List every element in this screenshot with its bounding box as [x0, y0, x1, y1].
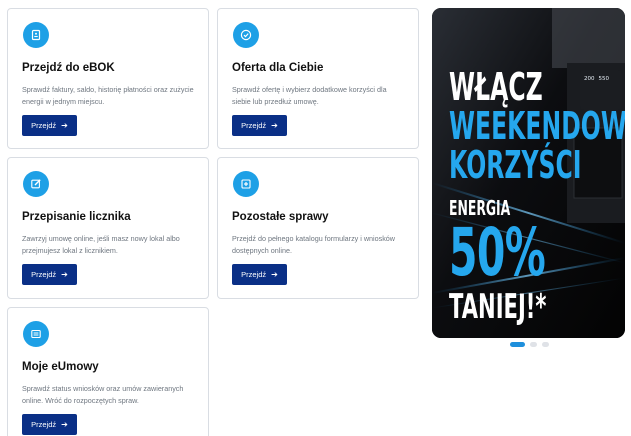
arrow-right-icon: ➔ [271, 121, 278, 130]
card-other-matters: Pozostałe sprawy Przejdź do pełnego kata… [217, 157, 419, 299]
card-offer: Oferta dla Ciebie Sprawdź ofertę i wybie… [217, 8, 419, 149]
arrow-right-icon: ➔ [271, 270, 278, 279]
button-label: Przejdź [31, 270, 57, 279]
button-label: Przejdź [31, 420, 57, 429]
plus-square-icon [233, 171, 259, 197]
card-description: Sprawdź faktury, saldo, historię płatnoś… [22, 85, 194, 106]
arrow-right-icon: ➔ [61, 121, 68, 130]
carousel-dot-3[interactable] [542, 342, 549, 347]
card-description: Sprawdź ofertę i wybierz dodatkowe korzy… [232, 85, 387, 106]
card-title: Przepisanie licznika [22, 211, 131, 223]
card-title: Oferta dla Ciebie [232, 62, 324, 74]
edit-icon [23, 171, 49, 197]
go-to-offer-button[interactable]: Przejdź ➔ [232, 115, 287, 136]
banner-line: WEEKENDOWE [449, 104, 625, 148]
card-meter-transfer: Przepisanie licznika Zawrzyj umowę onlin… [7, 157, 209, 299]
banner-discount: 50% [449, 214, 546, 291]
card-title: Pozostałe sprawy [232, 211, 329, 223]
document-icon [23, 22, 49, 48]
list-icon [23, 321, 49, 347]
go-to-ebok-button[interactable]: Przejdź ➔ [22, 115, 77, 136]
carousel-dot-2[interactable] [530, 342, 537, 347]
card-description: Sprawdź status wniosków oraz umów zawier… [22, 384, 184, 405]
card-description: Przejdź do pełnego katalogu formularzy i… [232, 234, 395, 255]
banner-line: TANIEJ!* [449, 287, 547, 327]
go-to-econtracts-button[interactable]: Przejdź ➔ [22, 414, 77, 435]
banner-headline: WŁĄCZ WEEKENDOWE KORZYŚCI ENERGIA 50% TA… [449, 68, 625, 324]
go-to-meter-transfer-button[interactable]: Przejdź ➔ [22, 264, 77, 285]
button-label: Przejdź [241, 270, 267, 279]
banner-line: WŁĄCZ [449, 65, 543, 109]
arrow-right-icon: ➔ [61, 270, 68, 279]
card-title: Moje eUmowy [22, 361, 99, 373]
arrow-right-icon: ➔ [61, 420, 68, 429]
card-ebok: Przejdź do eBOK Sprawdź faktury, saldo, … [7, 8, 209, 149]
promo-banner[interactable]: 200 550 WŁĄCZ WEEKENDOWE KORZYŚCI ENERGIA… [432, 8, 625, 338]
banner-line: KORZYŚCI [449, 143, 582, 187]
button-label: Przejdź [241, 121, 267, 130]
card-econtracts: Moje eUmowy Sprawdź status wniosków oraz… [7, 307, 209, 436]
card-description: Zawrzyj umowę online, jeśli masz nowy lo… [22, 234, 180, 255]
go-to-other-matters-button[interactable]: Przejdź ➔ [232, 264, 287, 285]
check-circle-icon [233, 22, 259, 48]
carousel-dot-1[interactable] [510, 342, 525, 347]
card-title: Przejdź do eBOK [22, 62, 115, 74]
button-label: Przejdź [31, 121, 57, 130]
